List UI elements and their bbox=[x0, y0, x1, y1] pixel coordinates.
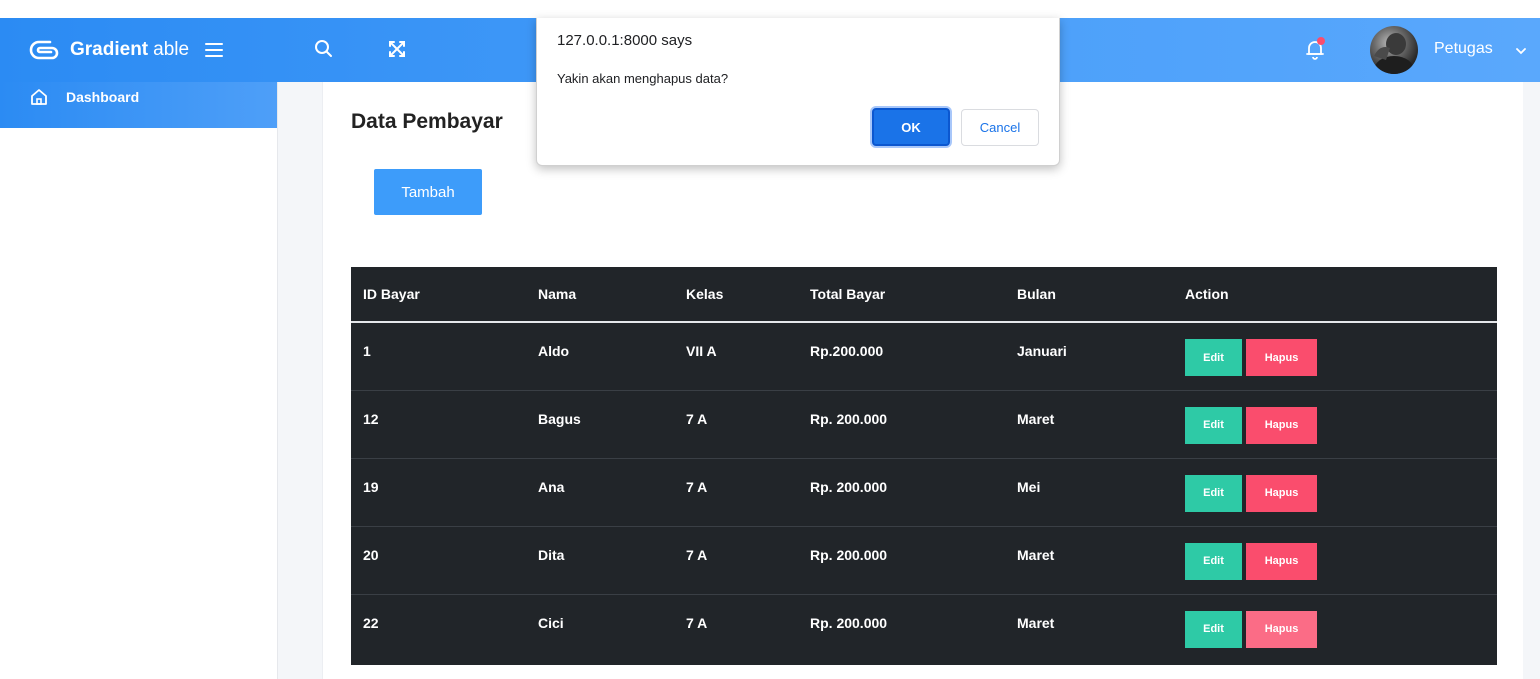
confirm-dialog: 127.0.0.1:8000 says Yakin akan menghapus… bbox=[536, 18, 1060, 166]
fullscreen-icon[interactable] bbox=[386, 38, 408, 60]
delete-button[interactable]: Hapus bbox=[1246, 610, 1317, 648]
cell-total: Rp.200.000 bbox=[810, 343, 884, 359]
edit-button[interactable]: Edit bbox=[1185, 474, 1242, 512]
cell-nama: Ana bbox=[538, 478, 565, 495]
column-header-bulan: Bulan bbox=[1017, 286, 1056, 302]
paperclip-logo-icon bbox=[29, 40, 59, 60]
cell-nama: Dita bbox=[538, 546, 565, 563]
cell-id: 19 bbox=[363, 478, 379, 495]
edit-button[interactable]: Edit bbox=[1185, 406, 1242, 444]
ok-button[interactable]: OK bbox=[872, 108, 950, 146]
sidebar: Dashboard bbox=[0, 82, 278, 679]
cell-bulan: Maret bbox=[1017, 410, 1055, 427]
cell-id: 1 bbox=[363, 343, 371, 359]
table-row: 12 Bagus 7 A Rp. 200.000 Maret Edit Hapus bbox=[351, 390, 1497, 458]
cell-bulan: Maret bbox=[1017, 546, 1055, 563]
cell-bulan: Maret bbox=[1017, 614, 1055, 631]
cell-kelas: 7 A bbox=[686, 478, 708, 495]
table-row: 19 Ana 7 A Rp. 200.000 Mei Edit Hapus bbox=[351, 458, 1497, 526]
cell-kelas: VII A bbox=[686, 343, 717, 359]
cell-total: Rp. 200.000 bbox=[810, 410, 888, 427]
delete-button[interactable]: Hapus bbox=[1246, 474, 1317, 512]
cell-action: Edit Hapus bbox=[1173, 526, 1497, 594]
cell-kelas: 7 A bbox=[686, 614, 708, 631]
delete-button[interactable]: Hapus bbox=[1246, 339, 1317, 376]
brand[interactable]: Gradient able bbox=[28, 32, 189, 68]
dialog-origin: 127.0.0.1:8000 says bbox=[557, 32, 693, 49]
table-row: 22 Cici 7 A Rp. 200.000 Maret Edit Hapus bbox=[351, 594, 1497, 662]
notification-bell-icon[interactable] bbox=[1303, 36, 1327, 62]
user-avatar[interactable] bbox=[1370, 26, 1418, 74]
cell-action: Edit Hapus bbox=[1173, 458, 1497, 526]
table-row: 1 Aldo VII A Rp.200.000 Januari Edit Hapu… bbox=[351, 322, 1497, 390]
table-header-row: ID Bayar Nama Kelas Total Bayar Bulan Ac… bbox=[351, 267, 1497, 322]
delete-button[interactable]: Hapus bbox=[1246, 406, 1317, 444]
table: ID Bayar Nama Kelas Total Bayar Bulan Ac… bbox=[351, 267, 1497, 662]
cell-bulan: Mei bbox=[1017, 478, 1041, 495]
menu-toggle-icon[interactable] bbox=[205, 40, 223, 60]
brand-name-bold: Gradient bbox=[70, 39, 149, 60]
column-header-kelas: Kelas bbox=[686, 286, 724, 302]
brand-name-light: able bbox=[153, 39, 190, 60]
cell-action: Edit Hapus bbox=[1173, 390, 1497, 458]
edit-button[interactable]: Edit bbox=[1185, 542, 1242, 580]
delete-button[interactable]: Hapus bbox=[1246, 542, 1317, 580]
table-row: 20 Dita 7 A Rp. 200.000 Maret Edit Hapus bbox=[351, 526, 1497, 594]
cell-id: 12 bbox=[363, 410, 379, 427]
search-icon[interactable] bbox=[313, 38, 335, 60]
chevron-down-icon[interactable] bbox=[1514, 44, 1528, 58]
cell-total: Rp. 200.000 bbox=[810, 478, 888, 495]
column-header-id: ID Bayar bbox=[363, 286, 420, 302]
add-button[interactable]: Tambah bbox=[374, 169, 482, 215]
sidebar-item-label: Dashboard bbox=[66, 89, 140, 105]
cell-nama: Aldo bbox=[538, 343, 570, 359]
edit-button[interactable]: Edit bbox=[1185, 610, 1242, 648]
column-header-nama: Nama bbox=[538, 286, 577, 302]
edit-button[interactable]: Edit bbox=[1185, 339, 1242, 376]
cell-nama: Cici bbox=[538, 614, 564, 631]
brand-name: Gradient able bbox=[70, 39, 189, 61]
cell-total: Rp. 200.000 bbox=[810, 546, 888, 563]
cell-nama: Bagus bbox=[538, 410, 581, 427]
avatar-photo-icon bbox=[1374, 33, 1414, 74]
cell-action: Edit Hapus bbox=[1173, 594, 1497, 662]
dialog-message: Yakin akan menghapus data? bbox=[557, 71, 729, 86]
page-title: Data Pembayar bbox=[351, 110, 503, 133]
cancel-button[interactable]: Cancel bbox=[961, 109, 1039, 146]
payment-table: ID Bayar Nama Kelas Total Bayar Bulan Ac… bbox=[351, 267, 1497, 665]
cell-action: Edit Hapus bbox=[1173, 322, 1497, 390]
cell-kelas: 7 A bbox=[686, 546, 708, 563]
cell-total: Rp. 200.000 bbox=[810, 614, 888, 631]
cell-id: 22 bbox=[363, 614, 379, 631]
column-header-action: Action bbox=[1185, 286, 1229, 302]
column-header-total: Total Bayar bbox=[810, 286, 886, 302]
cell-bulan: Januari bbox=[1017, 343, 1067, 359]
sidebar-item-dashboard[interactable]: Dashboard bbox=[0, 82, 277, 128]
cell-kelas: 7 A bbox=[686, 410, 708, 427]
cell-id: 20 bbox=[363, 546, 379, 563]
user-name[interactable]: Petugas bbox=[1434, 40, 1493, 58]
home-icon bbox=[31, 89, 47, 105]
